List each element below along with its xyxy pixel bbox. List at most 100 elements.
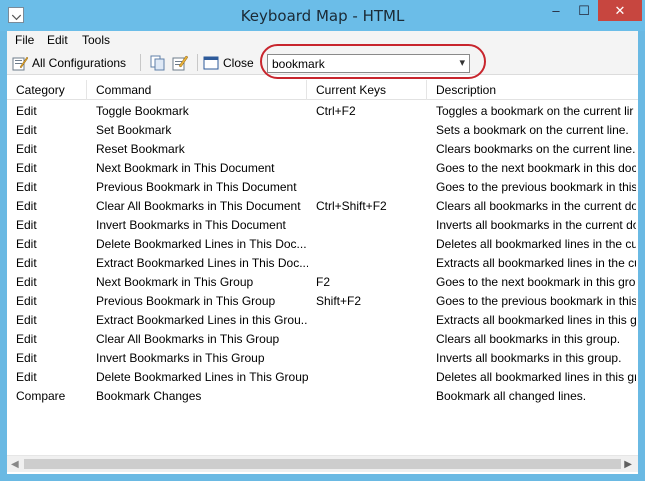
cell-command: Toggle Bookmark <box>96 104 189 118</box>
table-header: Category Command Current Keys Descriptio… <box>7 80 638 100</box>
cell-command: Clear All Bookmarks in This Group <box>96 332 280 346</box>
minimize-button[interactable]: – <box>542 0 570 21</box>
table-row[interactable]: Edit Reset Bookmark Clears bookmarks on th… <box>7 140 638 159</box>
table-row[interactable]: Edit Delete Bookmarked Lines in This Grou… <box>7 368 638 387</box>
scroll-left-arrow-icon[interactable]: ◀ <box>11 459 19 470</box>
cell-description: Deletes all bookmarked lines in the cu <box>436 237 636 251</box>
copy-icon <box>150 55 166 71</box>
close-button[interactable]: Close <box>203 53 254 72</box>
cell-description: Goes to the next bookmark in this doc <box>436 161 636 175</box>
table-row[interactable]: Edit Extract Bookmarked Lines in this Gro… <box>7 311 638 330</box>
toolbar-separator <box>140 54 141 71</box>
table-row[interactable]: Edit Previous Bookmark in This Document Go… <box>7 178 638 197</box>
cell-category: Compare <box>16 389 66 403</box>
cell-category: Edit <box>16 199 37 213</box>
cell-command: Delete Bookmarked Lines in This Doc... <box>96 237 307 251</box>
table-row[interactable]: Edit Next Bookmark in This Document Goes t… <box>7 159 638 178</box>
cell-command: Set Bookmark <box>96 123 172 137</box>
cell-category: Edit <box>16 313 37 327</box>
configurations-icon <box>12 55 29 71</box>
cell-category: Edit <box>16 142 37 156</box>
toolbar-separator <box>197 54 198 71</box>
table-row[interactable]: Edit Toggle Bookmark Ctrl+F2 Toggles a book… <box>7 102 638 121</box>
table-row[interactable]: Edit Previous Bookmark in This Group Shift… <box>7 292 638 311</box>
cell-category: Edit <box>16 123 37 137</box>
cell-current-keys: Ctrl+F2 <box>316 104 356 118</box>
menu-file[interactable]: File <box>15 33 34 47</box>
cell-description: Sets a bookmark on the current line. <box>436 123 629 137</box>
cell-command: Bookmark Changes <box>96 389 202 403</box>
cell-category: Edit <box>16 161 37 175</box>
cell-category: Edit <box>16 332 37 346</box>
horizontal-scrollbar[interactable]: ◀ ▶ <box>7 455 638 472</box>
edit-keys-button[interactable] <box>172 53 192 72</box>
cell-command: Invert Bookmarks in This Group <box>96 351 265 365</box>
cell-command: Next Bookmark in This Group <box>96 275 254 289</box>
cell-command: Next Bookmark in This Document <box>96 161 275 175</box>
cell-category: Edit <box>16 218 37 232</box>
cell-description: Bookmark all changed lines. <box>436 389 587 403</box>
table-row[interactable]: Edit Clear All Bookmarks in This Group Cle… <box>7 330 638 349</box>
column-header-category[interactable]: Category <box>7 80 87 100</box>
cell-description: Extracts all bookmarked lines in this gr <box>436 313 636 327</box>
cell-command: Reset Bookmark <box>96 142 185 156</box>
search-combobox[interactable]: bookmark ▾ <box>267 54 470 73</box>
cell-category: Edit <box>16 256 37 270</box>
cell-command: Extract Bookmarked Lines in This Doc... <box>96 256 308 270</box>
edit-icon <box>172 55 189 71</box>
cell-command: Previous Bookmark in This Document <box>96 180 297 194</box>
cell-category: Edit <box>16 104 37 118</box>
cell-description: Deletes all bookmarked lines in this gr <box>436 370 636 384</box>
cell-description: Clears all bookmarks in the current do <box>436 199 636 213</box>
all-configurations-button[interactable]: All Configurations <box>12 53 126 72</box>
maximize-button[interactable]: ☐ <box>570 0 598 21</box>
all-configurations-label: All Configurations <box>32 55 127 70</box>
close-label: Close <box>223 55 254 70</box>
keyboard-map-window: Keyboard Map - HTML – ☐ ✕ File Edit Tool… <box>0 0 645 481</box>
menu-tools[interactable]: Tools <box>82 33 110 47</box>
column-header-description[interactable]: Description <box>427 80 638 100</box>
cell-category: Edit <box>16 351 37 365</box>
window-client-area: File Edit Tools All Configurations Close… <box>7 31 638 474</box>
copy-button[interactable] <box>150 53 170 72</box>
cell-current-keys: Ctrl+Shift+F2 <box>316 199 387 213</box>
cell-command: Extract Bookmarked Lines in this Grou... <box>96 313 308 327</box>
chevron-down-icon[interactable]: ▾ <box>459 56 465 69</box>
table-row[interactable]: Compare Bookmark Changes Bookmark all chan… <box>7 387 638 406</box>
cell-category: Edit <box>16 180 37 194</box>
cell-description: Clears all bookmarks in this group. <box>436 332 621 346</box>
cell-category: Edit <box>16 370 37 384</box>
close-doc-icon <box>203 55 219 71</box>
cell-current-keys: F2 <box>316 275 331 289</box>
cell-description: Goes to the previous bookmark in this <box>436 180 636 194</box>
table-row[interactable]: Edit Invert Bookmarks in This Document Inv… <box>7 216 638 235</box>
cell-description: Inverts all bookmarks in this group. <box>436 351 622 365</box>
toolbar: All Configurations Close bookmark ▾ <box>7 44 638 79</box>
cell-command: Delete Bookmarked Lines in This Group <box>96 370 308 384</box>
scrollbar-thumb[interactable] <box>24 459 621 469</box>
search-input[interactable]: bookmark <box>272 57 325 71</box>
close-window-button[interactable]: ✕ <box>598 0 642 21</box>
column-header-command[interactable]: Command <box>87 80 307 100</box>
cell-description: Toggles a bookmark on the current lir <box>436 104 634 118</box>
title-bar[interactable]: Keyboard Map - HTML – ☐ ✕ <box>0 0 645 31</box>
cell-command: Invert Bookmarks in This Document <box>96 218 286 232</box>
table-row[interactable]: Edit Clear All Bookmarks in This Document… <box>7 197 638 216</box>
column-header-current-keys[interactable]: Current Keys <box>307 80 427 100</box>
cell-category: Edit <box>16 294 37 308</box>
cell-description: Goes to the previous bookmark in this <box>436 294 636 308</box>
table-row[interactable]: Edit Extract Bookmarked Lines in This Doc… <box>7 254 638 273</box>
cell-category: Edit <box>16 275 37 289</box>
command-table: Edit Toggle Bookmark Ctrl+F2 Toggles a book… <box>7 102 638 452</box>
table-row[interactable]: Edit Next Bookmark in This Group F2 Goes to… <box>7 273 638 292</box>
menu-edit[interactable]: Edit <box>47 33 68 47</box>
table-row[interactable]: Edit Set Bookmark Sets a bookmark on the c… <box>7 121 638 140</box>
cell-description: Inverts all bookmarks in the current do <box>436 218 636 232</box>
cell-command: Clear All Bookmarks in This Document <box>96 199 301 213</box>
cell-current-keys: Shift+F2 <box>316 294 362 308</box>
table-row[interactable]: Edit Invert Bookmarks in This Group Invert… <box>7 349 638 368</box>
cell-description: Extracts all bookmarked lines in the cu <box>436 256 636 270</box>
table-row[interactable]: Edit Delete Bookmarked Lines in This Doc.… <box>7 235 638 254</box>
scroll-right-arrow-icon[interactable]: ▶ <box>624 459 632 470</box>
cell-description: Goes to the next bookmark in this gro <box>436 275 636 289</box>
